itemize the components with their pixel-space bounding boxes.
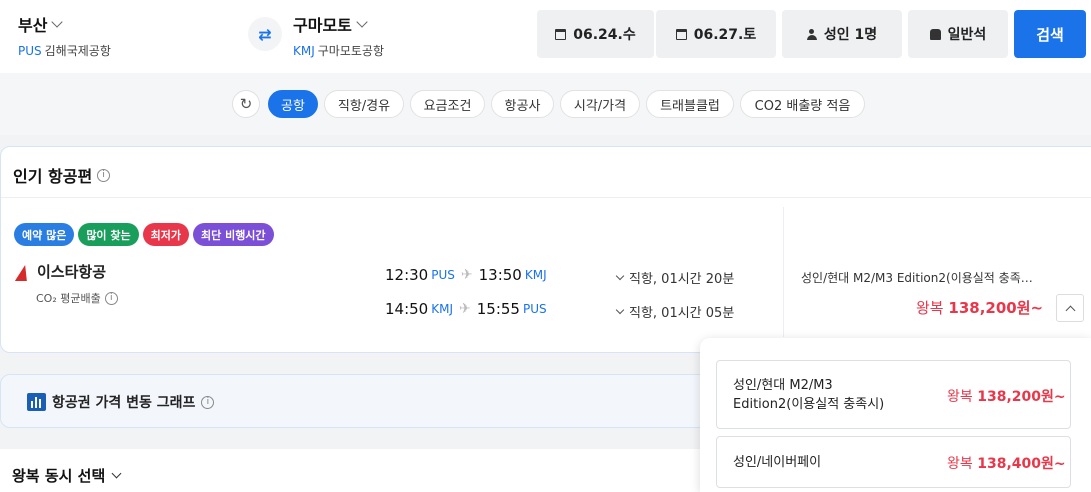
fare-option-name: 성인/현대 M2/M3 bbox=[733, 378, 833, 393]
dep-time: 14:50 bbox=[385, 300, 429, 318]
calendar-icon bbox=[555, 28, 567, 40]
filter-bar: ↻ 공항 직항/경유 요금조건 항공사 시각/가격 트래블클럽 CO2 배출량 … bbox=[0, 73, 1091, 135]
origin-airport: 김해국제공항 bbox=[44, 44, 111, 58]
chevron-down-icon bbox=[51, 16, 64, 28]
destination-selector[interactable]: 구마모토 KMJ 구마모토공항 bbox=[293, 12, 384, 59]
swap-icon[interactable]: ⇄ bbox=[248, 17, 282, 51]
fare-option-name: 성인/네이버페이 bbox=[733, 455, 822, 470]
arr-time: 15:55 bbox=[476, 300, 520, 318]
search-header: 부산 PUS 김해국제공항 ⇄ 구마모토 KMJ 구마모토공항 06.24.수 06… bbox=[0, 0, 1091, 73]
fare-option-amount: 138,200원~ bbox=[977, 389, 1066, 405]
airline-info: 이스타항공 bbox=[17, 261, 106, 282]
info-icon[interactable]: i bbox=[104, 291, 118, 305]
round-trip-label: 왕복 동시 선택 bbox=[12, 467, 106, 485]
seat-class-label: 일반석 bbox=[947, 27, 987, 43]
calendar-icon bbox=[675, 28, 687, 40]
plane-icon: ✈ bbox=[460, 267, 473, 283]
info-icon[interactable]: i bbox=[201, 395, 215, 409]
badge-lowest-price: 최저가 bbox=[142, 223, 189, 246]
inbound-leg[interactable]: 14:50 KMJ ✈ 15:55 PUS bbox=[385, 300, 547, 318]
dep-time: 12:30 bbox=[385, 266, 429, 284]
fare-option-prefix: 왕복 bbox=[947, 456, 973, 472]
badge-shortest-time: 최단 비행시간 bbox=[193, 223, 274, 246]
fare-option-name-cont: Edition2(이용실적 충족시) bbox=[733, 397, 885, 412]
passengers-label: 성인 1명 bbox=[823, 27, 878, 43]
filter-chip-airline[interactable]: 항공사 bbox=[491, 90, 554, 118]
divider bbox=[1, 197, 1091, 198]
round-trip-toggle[interactable]: 왕복 동시 선택 bbox=[12, 465, 122, 486]
badge-most-searched: 많이 찾는 bbox=[78, 223, 139, 246]
section-title: 인기 항공편 bbox=[13, 167, 93, 186]
fare-option[interactable]: 성인/현대 M2/M3 Edition2(이용실적 충족시) 왕복 138,20… bbox=[716, 360, 1071, 429]
airline-logo-icon bbox=[17, 263, 31, 281]
popular-flights-card: 인기 항공편 i 예약 많은 많이 찾는 최저가 최단 비행시간 이스타항공 C… bbox=[0, 146, 1091, 353]
chevron-down-icon bbox=[615, 305, 625, 314]
filter-chip-travel-club[interactable]: 트래블클럽 bbox=[646, 90, 734, 118]
filter-chip-airport[interactable]: 공항 bbox=[268, 90, 318, 118]
divider bbox=[783, 207, 784, 337]
filter-chip-fare[interactable]: 요금조건 bbox=[410, 90, 485, 118]
chevron-down-icon bbox=[111, 468, 122, 479]
dep-code: KMJ bbox=[431, 302, 453, 316]
outbound-leg[interactable]: 12:30 PUS ✈ 13:50 KMJ bbox=[385, 266, 547, 284]
co2-info: CO₂ 평균배출 i bbox=[36, 290, 118, 306]
origin-selector[interactable]: 부산 PUS 김해국제공항 bbox=[18, 12, 111, 59]
filter-chip-time-price[interactable]: 시각/가격 bbox=[560, 90, 640, 118]
arr-code: PUS bbox=[522, 302, 547, 316]
inbound-duration[interactable]: 직항, 01시간 05분 bbox=[615, 302, 735, 321]
search-button[interactable]: 검색 bbox=[1014, 10, 1086, 58]
seat-icon bbox=[929, 28, 941, 40]
duration-label: 직항, 01시간 05분 bbox=[629, 306, 735, 321]
return-date: 06.27.토 bbox=[693, 27, 757, 43]
destination-code: KMJ bbox=[293, 44, 315, 58]
chevron-down-icon bbox=[615, 271, 625, 280]
return-date-button[interactable]: 06.27.토 bbox=[656, 10, 776, 58]
destination-city: 구마모토 bbox=[293, 16, 352, 35]
refresh-icon[interactable]: ↻ bbox=[232, 90, 260, 118]
badge-list: 예약 많은 많이 찾는 최저가 최단 비행시간 bbox=[14, 223, 274, 246]
bar-chart-icon bbox=[27, 393, 46, 411]
fare-amount: 138,200원~ bbox=[948, 299, 1044, 317]
info-icon[interactable]: i bbox=[97, 168, 111, 182]
airline-name: 이스타항공 bbox=[37, 263, 107, 281]
fare-prefix: 왕복 bbox=[916, 299, 944, 317]
filter-chip-co2[interactable]: CO2 배출량 적음 bbox=[740, 90, 865, 118]
arr-code: KMJ bbox=[524, 268, 547, 282]
filter-chip-direct[interactable]: 직항/경유 bbox=[324, 90, 404, 118]
seat-class-button[interactable]: 일반석 bbox=[908, 10, 1008, 58]
plane-icon: ✈ bbox=[459, 301, 471, 317]
person-icon bbox=[806, 28, 817, 40]
passengers-button[interactable]: 성인 1명 bbox=[782, 10, 902, 58]
fare-option-prefix: 왕복 bbox=[947, 389, 973, 405]
fare-option[interactable]: 성인/네이버페이 왕복 138,400원~ bbox=[716, 436, 1071, 488]
origin-city: 부산 bbox=[18, 16, 48, 35]
destination-airport: 구마모토공항 bbox=[317, 44, 385, 58]
origin-code: PUS bbox=[18, 44, 42, 58]
fare-price[interactable]: 왕복 138,200원~ bbox=[916, 297, 1043, 318]
depart-date-button[interactable]: 06.24.수 bbox=[537, 10, 654, 58]
badge-most-booked: 예약 많은 bbox=[14, 223, 75, 246]
chevron-up-icon bbox=[1065, 305, 1075, 315]
co2-label: CO₂ 평균배출 bbox=[36, 292, 101, 305]
graph-label: 항공권 가격 변동 그래프 bbox=[52, 395, 196, 411]
dep-code: PUS bbox=[431, 268, 455, 282]
arr-time: 13:50 bbox=[478, 266, 522, 284]
outbound-duration[interactable]: 직항, 01시간 20분 bbox=[615, 268, 735, 287]
depart-date: 06.24.수 bbox=[573, 27, 636, 43]
chevron-down-icon bbox=[356, 16, 368, 28]
fare-description: 성인/현대 M2/M3 Edition2(이용실적 충족… bbox=[801, 271, 1033, 285]
duration-label: 직항, 01시간 20분 bbox=[629, 272, 735, 287]
fare-options-dropdown: 성인/현대 M2/M3 Edition2(이용실적 충족시) 왕복 138,20… bbox=[700, 338, 1091, 492]
collapse-button[interactable] bbox=[1056, 294, 1084, 322]
fare-option-amount: 138,400원~ bbox=[977, 456, 1066, 472]
